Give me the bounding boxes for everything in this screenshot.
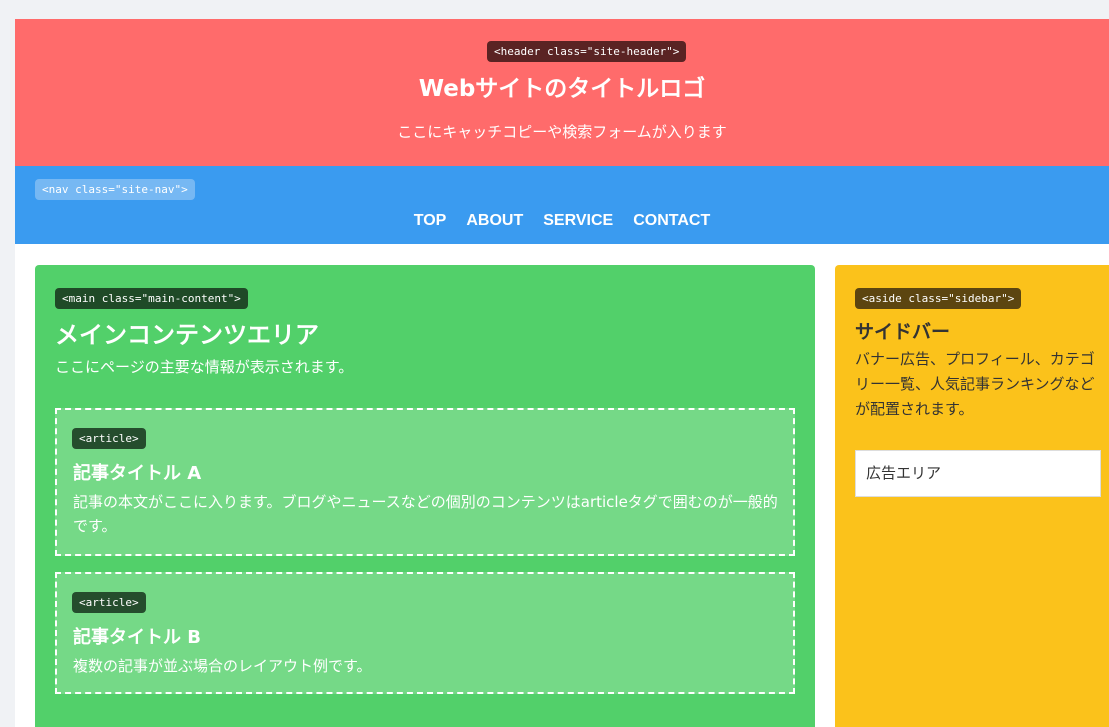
main-content: <main class="main-content"> メインコンテンツエリア … <box>35 265 815 727</box>
ad-area[interactable]: 広告エリア <box>855 450 1101 497</box>
article-tag-label: <article> <box>72 592 146 613</box>
article-tag-label: <article> <box>72 428 146 449</box>
nav-link-service[interactable]: SERVICE <box>543 211 613 231</box>
nav-link-contact[interactable]: CONTACT <box>633 211 710 231</box>
site-nav: <nav class="site-nav"> TOP ABOUT SERVICE… <box>15 166 1109 244</box>
nav-link-top[interactable]: TOP <box>414 211 447 231</box>
sidebar-tag-label: <aside class="sidebar"> <box>855 288 1022 309</box>
article-a: <article> 記事タイトル A 記事の本文がここに入ります。ブログやニュー… <box>55 408 795 556</box>
nav-link-about[interactable]: ABOUT <box>466 211 523 231</box>
site-header: <header class="site-header"> Webサイトのタイトル… <box>15 19 1109 166</box>
main-tag-label: <main class="main-content"> <box>55 288 248 309</box>
site-tagline: ここにキャッチコピーや検索フォームが入ります <box>397 123 727 141</box>
sidebar: <aside class="sidebar"> サイドバー バナー広告、プロフィ… <box>835 265 1109 727</box>
nav-tag-label: <nav class="site-nav"> <box>35 179 195 200</box>
article-b: <article> 記事タイトル B 複数の記事が並ぶ場合のレイアウト例です。 <box>55 572 795 694</box>
page: <header class="site-header"> Webサイトのタイトル… <box>15 19 1109 727</box>
sidebar-description: バナー広告、プロフィール、カテゴリー一覧、人気記事ランキングなどが配置されます。 <box>855 350 1095 418</box>
article-title: 記事タイトル B <box>73 627 201 648</box>
header-tag-label: <header class="site-header"> <box>487 41 687 62</box>
sidebar-title: サイドバー <box>855 321 951 343</box>
site-title-logo[interactable]: Webサイトのタイトルロゴ <box>15 74 1109 104</box>
article-body: 記事の本文がここに入ります。ブログやニュースなどの個別のコンテンツはarticl… <box>73 493 778 535</box>
article-title: 記事タイトル A <box>73 463 202 484</box>
article-body: 複数の記事が並ぶ場合のレイアウト例です。 <box>73 657 372 675</box>
nav-list: TOP ABOUT SERVICE CONTACT <box>15 211 1109 231</box>
main-description: ここにページの主要な情報が表示されます。 <box>55 358 354 376</box>
main-title: メインコンテンツエリア <box>55 321 319 349</box>
